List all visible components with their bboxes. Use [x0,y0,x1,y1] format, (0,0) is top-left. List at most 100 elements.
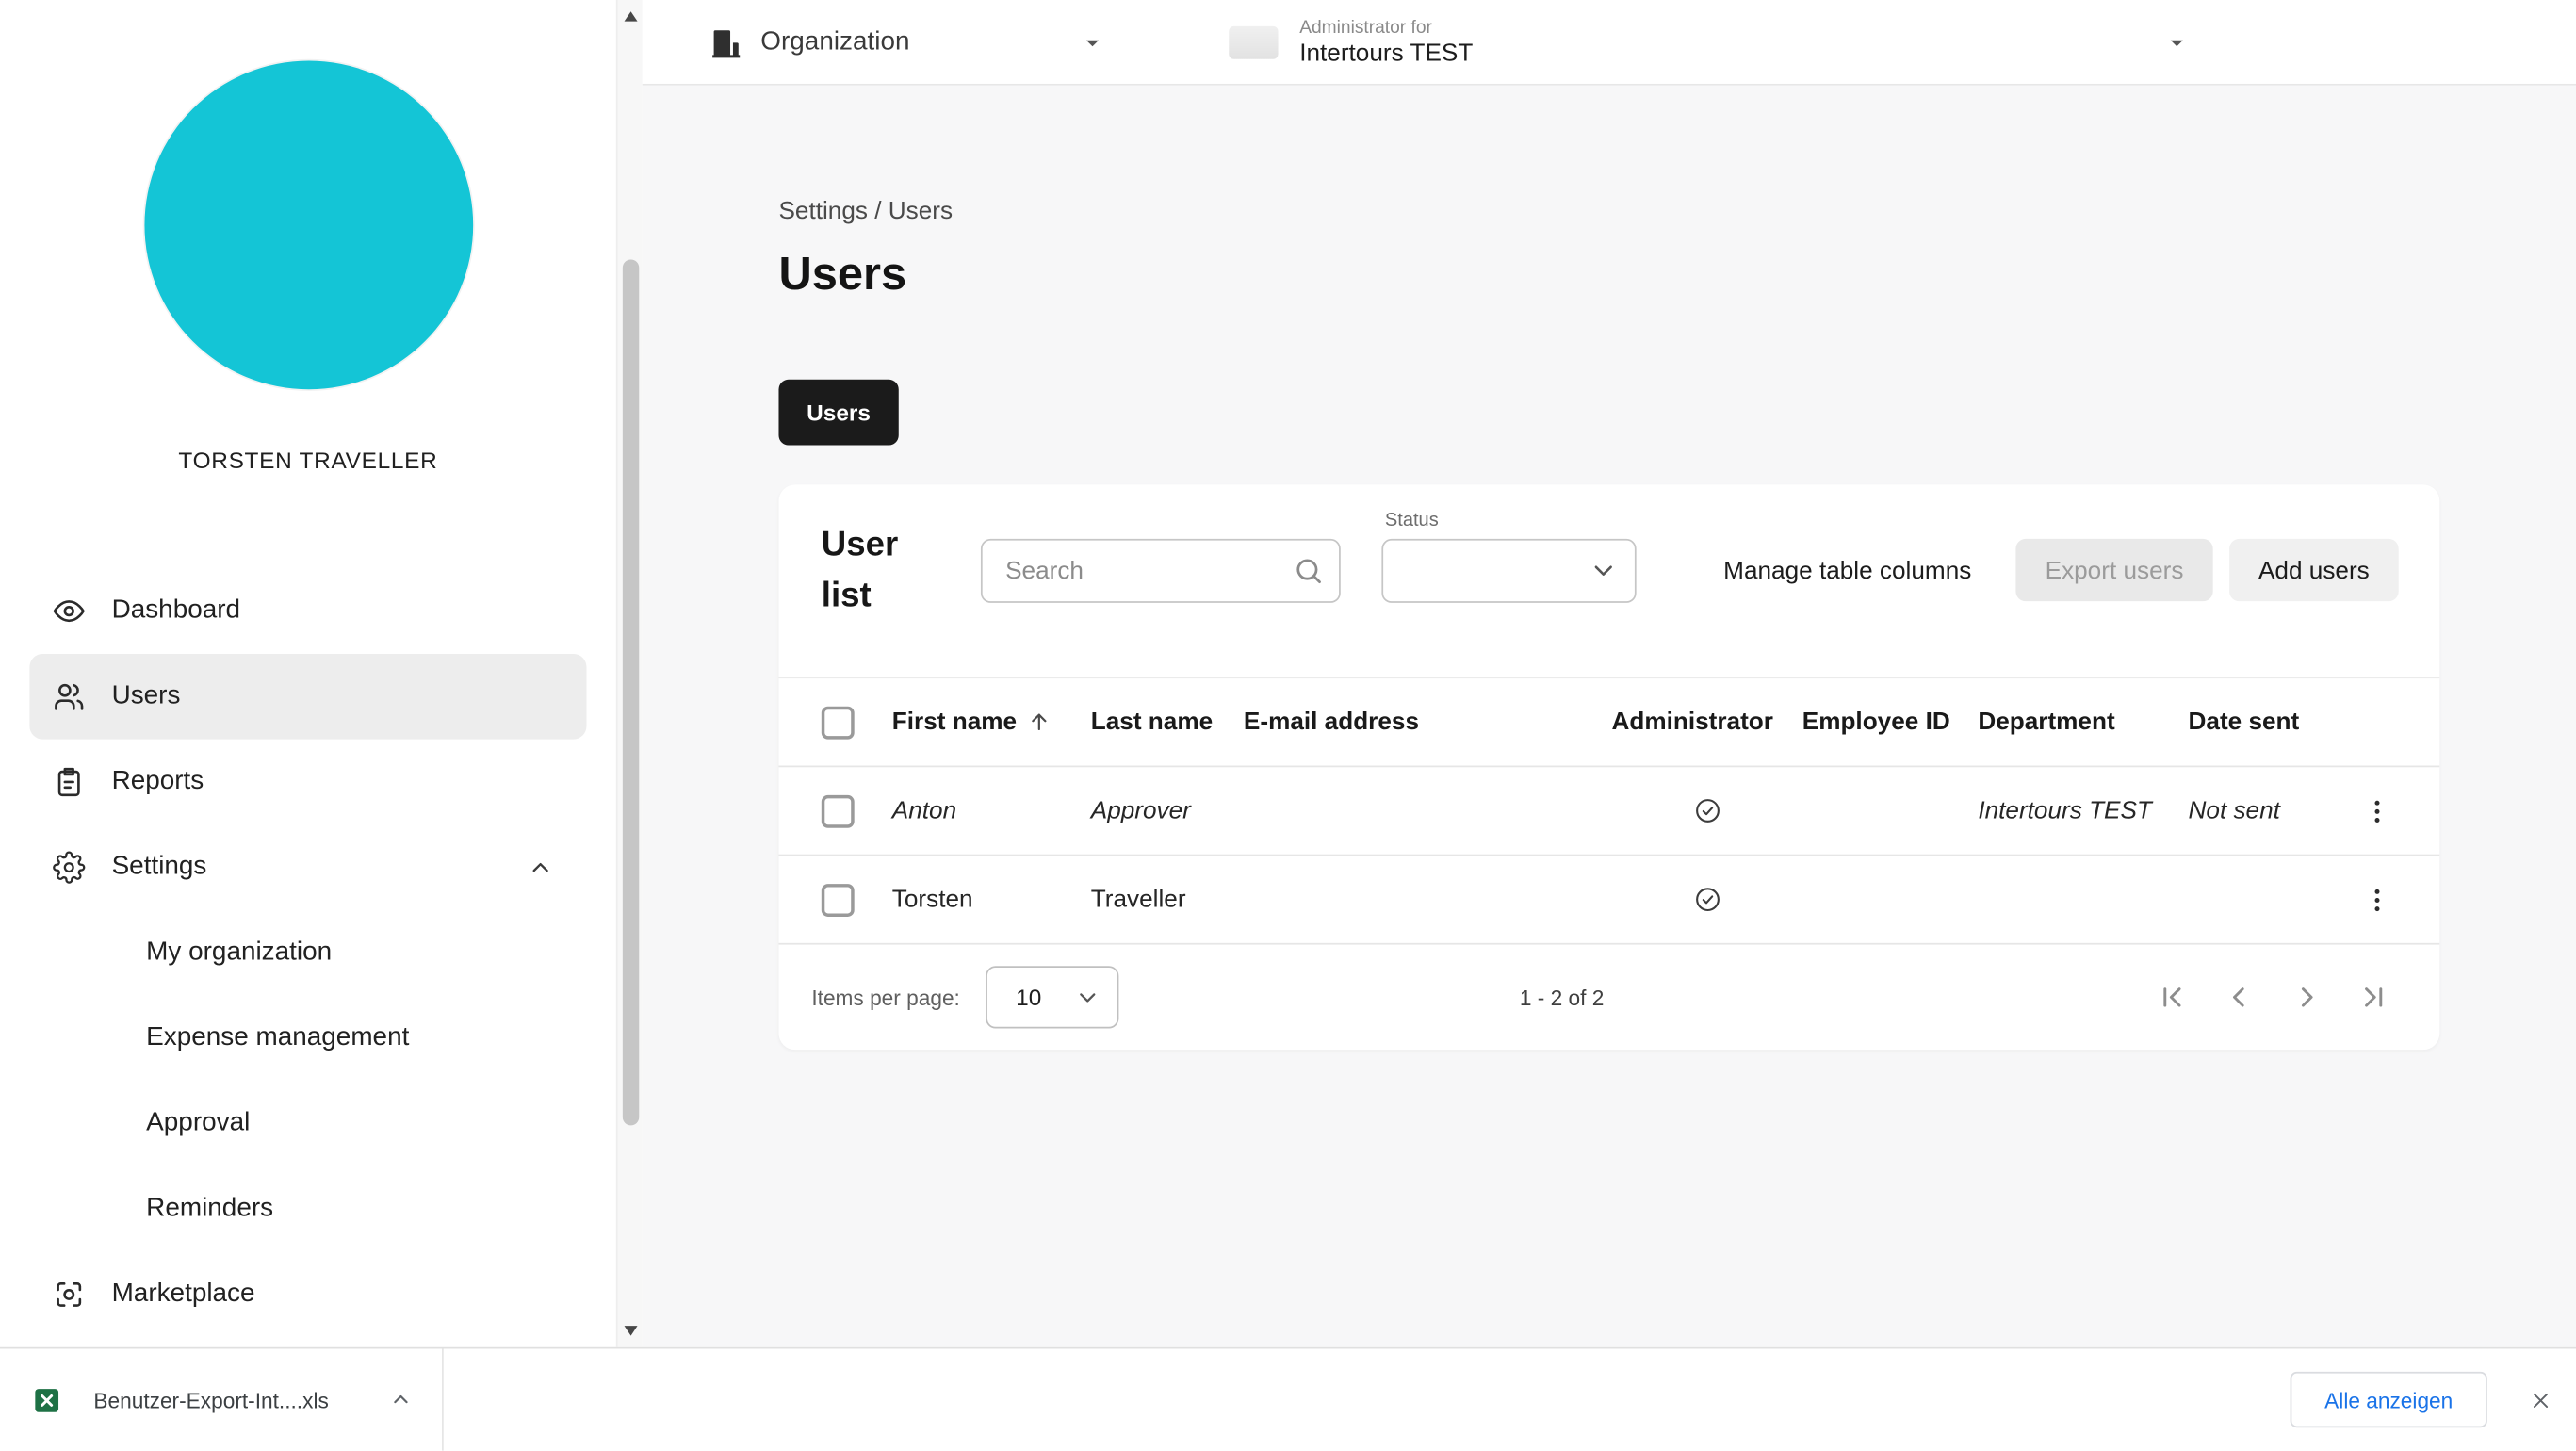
topbar: Organization Administrator for Intertour… [642,0,2576,86]
row-checkbox[interactable] [821,794,855,827]
sidebar-item-expense-management[interactable]: Expense management [29,996,586,1082]
table-row: Anton Approver Intertours TEST Not sent [778,767,2440,856]
status-label: Status [1384,510,1439,530]
items-per-page-label: Items per page: [811,985,960,1010]
scroll-up-arrow[interactable] [618,3,644,29]
gear-icon [53,851,86,884]
sidebar-item-label: Settings [111,852,207,881]
column-label: First name [891,708,1018,737]
column-email[interactable]: E-mail address [1244,709,1612,737]
column-department[interactable]: Department [1978,709,2188,737]
eye-icon [53,595,86,628]
users-icon [53,680,86,713]
status-select[interactable] [1381,538,1637,603]
users-table: First name Last name E-mail address Admi… [778,677,2440,945]
organization-selector[interactable]: Organization [709,25,1107,58]
scroll-down-arrow[interactable] [618,1317,644,1344]
sidebar-item-reminders[interactable]: Reminders [29,1166,586,1252]
download-bar: Benutzer-Export-Int....xls Alle anzeigen [0,1346,2576,1451]
sidebar-item-approval[interactable]: Approval [29,1081,586,1166]
cell-first-name: Torsten [891,885,973,914]
tab-users[interactable]: Users [778,379,899,446]
main-area: Organization Administrator for Intertour… [642,0,2576,1347]
close-icon[interactable] [2520,1380,2560,1420]
chevron-down-icon [1078,27,1107,57]
cell-administrator [1611,886,1802,914]
download-item[interactable]: Benutzer-Export-Int....xls [0,1348,444,1451]
row-menu-button[interactable] [2358,881,2394,917]
previous-page-button[interactable] [2220,977,2259,1017]
profile-name: TORSTEN TRAVELLER [178,447,438,474]
search-icon [1293,554,1324,585]
breadcrumb[interactable]: Settings / Users [778,197,2439,225]
sidebar-item-my-organization[interactable]: My organization [29,910,586,996]
column-first-name[interactable]: First name [891,708,1091,737]
items-per-page-select[interactable]: 10 [986,966,1119,1029]
cell-actions [2346,792,2407,828]
export-users-button[interactable]: Export users [2015,538,2213,602]
card-toolbar: User list Status [778,484,2439,621]
status-filter-group: Status [1381,510,1637,603]
sidebar-item-label: My organization [146,937,333,967]
column-administrator[interactable]: Administrator [1611,709,1802,737]
page-title: Users [778,248,907,300]
next-page-button[interactable] [2287,977,2326,1017]
column-last-name[interactable]: Last name [1091,709,1244,737]
tab-row: Users [778,379,2439,446]
first-page-button[interactable] [2152,977,2192,1017]
pagination-range: 1 - 2 of 2 [1519,985,1605,1010]
sidebar: TORSTEN TRAVELLER Dashboard Users Report… [0,0,616,1347]
select-all-checkbox[interactable] [821,705,855,739]
search-input[interactable] [980,538,1341,603]
cell-last-name: Approver [1090,796,1191,825]
table-row: Torsten Traveller [778,856,2440,945]
pagination-controls [2152,977,2393,1017]
sidebar-item-settings[interactable]: Settings [29,824,586,910]
search-box [980,538,1341,603]
column-date-sent[interactable]: Date sent [2189,709,2346,737]
sidebar-item-dashboard[interactable]: Dashboard [29,568,586,654]
row-menu-button[interactable] [2358,792,2394,828]
chevron-up-icon [528,855,554,881]
building-icon [709,25,742,58]
cell-actions [2346,881,2407,917]
administrator-selector[interactable]: Administrator for Intertours TEST [1229,17,2192,67]
sidebar-item-label: Approval [146,1108,251,1137]
cell-last-name: Traveller [1090,885,1186,914]
chevron-down-icon [2162,27,2192,57]
administrator-for-label: Administrator for [1299,17,1432,38]
check-circle-icon [1693,797,1721,825]
scrollbar-thumb[interactable] [622,259,640,1126]
sidebar-item-label: Marketplace [111,1280,255,1308]
pagination-bar: Items per page: 10 1 - 2 of 2 [778,945,2439,1051]
avatar [143,60,473,390]
chevron-up-icon[interactable] [389,1388,412,1410]
sort-ascending-icon [1027,709,1052,734]
check-circle-icon [1693,886,1721,914]
sidebar-scrollbar[interactable] [615,0,644,1347]
items-per-page-value: 10 [1016,984,1042,1011]
last-page-button[interactable] [2355,977,2394,1017]
sidebar-item-users[interactable]: Users [29,653,587,740]
content: Settings / Users Users Users User list S… [642,85,2576,1347]
chevron-down-icon [1589,555,1618,584]
add-users-button[interactable]: Add users [2229,538,2399,602]
row-checkbox[interactable] [821,883,855,917]
download-file-name: Benutzer-Export-Int....xls [93,1387,329,1412]
organization-label: Organization [760,26,910,56]
triangle-down-icon [624,1326,638,1336]
sidebar-item-label: Reports [111,767,204,795]
sidebar-item-reports[interactable]: Reports [29,740,586,825]
user-list-card: User list Status [778,484,2440,1051]
triangle-up-icon [624,11,638,22]
sidebar-item-label: Reminders [146,1194,274,1223]
sidebar-item-marketplace[interactable]: Marketplace [29,1252,586,1338]
cell-administrator [1611,797,1802,825]
manage-table-columns-button[interactable]: Manage table columns [1723,556,1971,584]
sidebar-nav: Dashboard Users Reports Settings My orga… [0,568,616,1337]
org-logo-placeholder [1229,25,1279,58]
app-root: TORSTEN TRAVELLER Dashboard Users Report… [0,0,2576,1451]
column-employee-id[interactable]: Employee ID [1802,709,1979,737]
table-header-row: First name Last name E-mail address Admi… [778,677,2440,768]
show-all-downloads-button[interactable]: Alle anzeigen [2290,1371,2487,1428]
